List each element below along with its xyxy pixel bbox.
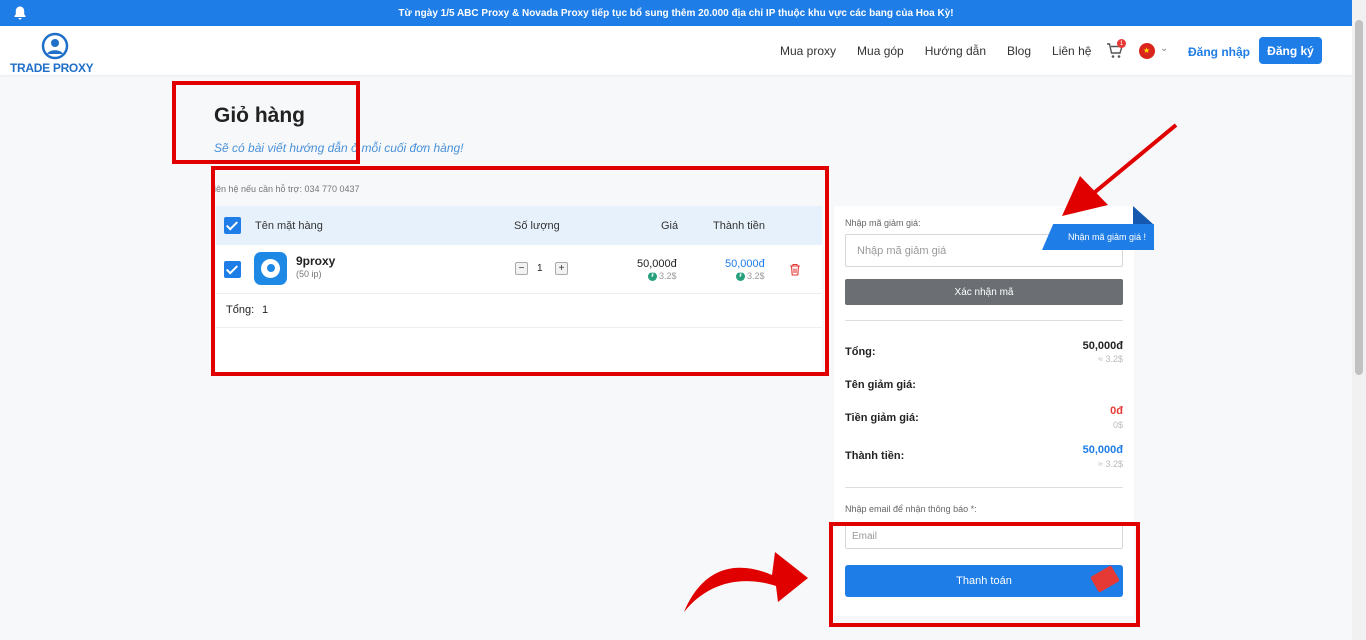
announcement-bar: Từ ngày 1/5 ABC Proxy & Novada Proxy tiế… bbox=[0, 0, 1352, 26]
signup-button[interactable]: Đăng ký bbox=[1259, 37, 1322, 64]
navbar: TRADE PROXY Mua proxy Mua góp Hướng dẫn … bbox=[0, 26, 1352, 75]
nav-link-guide[interactable]: Hướng dẫn bbox=[925, 44, 986, 58]
summary-total-value: 50,000đ bbox=[1082, 340, 1123, 352]
logo[interactable]: TRADE PROXY bbox=[10, 32, 105, 75]
announcement-text: Từ ngày 1/5 ABC Proxy & Novada Proxy tiế… bbox=[398, 7, 954, 19]
scrollbar[interactable] bbox=[1352, 0, 1366, 640]
discount-amount-usd: 0$ bbox=[1112, 420, 1123, 430]
final-total-usd: ≈ 3.2$ bbox=[1098, 459, 1123, 469]
summary-total-usd: ≈ 3.2$ bbox=[1098, 354, 1123, 364]
highlight-box-checkout bbox=[829, 522, 1140, 627]
highlight-box-title bbox=[172, 81, 360, 164]
final-total-label: Thành tiền: bbox=[845, 450, 905, 462]
coupon-label: Nhập mã giảm giá: bbox=[845, 218, 921, 228]
arrow-to-checkout-icon bbox=[684, 552, 808, 612]
get-coupon-ribbon[interactable]: Nhận mã giảm giá ! bbox=[1042, 224, 1154, 250]
discount-amount-label: Tiền giảm giá: bbox=[845, 412, 919, 424]
email-label: Nhập email để nhận thông báo *: bbox=[845, 504, 977, 514]
divider bbox=[845, 487, 1123, 488]
discount-name-label: Tên giảm giá: bbox=[845, 379, 916, 391]
divider bbox=[845, 320, 1123, 321]
logo-text: TRADE PROXY bbox=[10, 61, 94, 75]
summary-total-label: Tổng: bbox=[845, 346, 876, 358]
nav-link-installment[interactable]: Mua góp bbox=[857, 44, 904, 58]
highlight-box-cart bbox=[211, 166, 829, 376]
confirm-coupon-button[interactable]: Xác nhận mã bbox=[845, 279, 1123, 305]
scrollbar-thumb[interactable] bbox=[1355, 20, 1363, 375]
bell-icon[interactable] bbox=[12, 5, 28, 21]
logo-icon bbox=[41, 32, 69, 60]
arrow-to-coupon-icon bbox=[1062, 123, 1178, 216]
nav-link-contact[interactable]: Liên hệ bbox=[1052, 44, 1091, 58]
nav-link-buy-proxy[interactable]: Mua proxy bbox=[780, 44, 836, 58]
discount-amount-value: 0đ bbox=[1110, 405, 1123, 417]
cart-count-badge: 1 bbox=[1117, 39, 1126, 48]
flag-star-icon: ★ bbox=[1143, 46, 1151, 55]
nav-links: Mua proxy Mua góp Hướng dẫn Blog Liên hệ bbox=[780, 26, 1112, 75]
login-link[interactable]: Đăng nhập bbox=[1188, 45, 1250, 59]
final-total-value: 50,000đ bbox=[1082, 444, 1123, 456]
nav-link-blog[interactable]: Blog bbox=[1007, 44, 1031, 58]
chevron-down-icon[interactable]: ⌄ bbox=[1160, 43, 1168, 54]
ribbon-fold bbox=[1133, 206, 1154, 225]
